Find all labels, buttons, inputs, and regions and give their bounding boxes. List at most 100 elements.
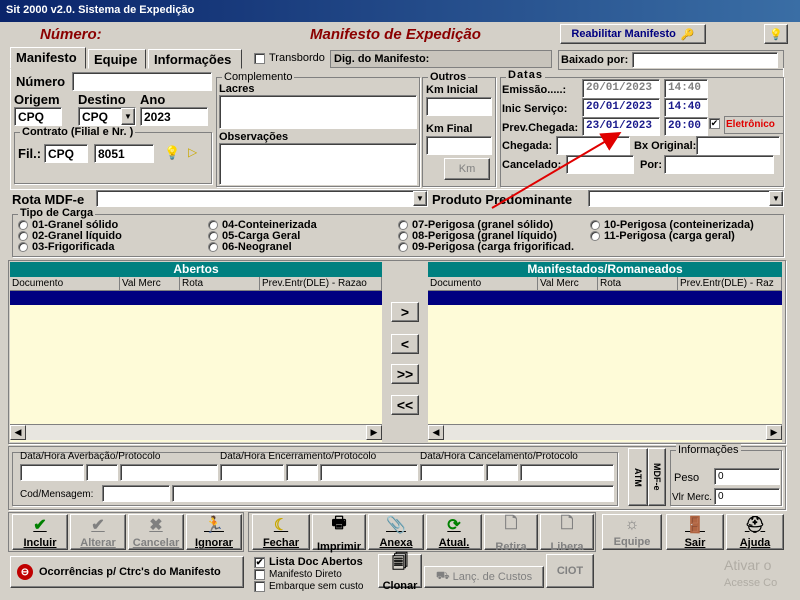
column-header[interactable]: Documento xyxy=(428,277,538,291)
move-all-left-button[interactable]: << xyxy=(391,395,419,415)
tab-informacoes[interactable]: Informações xyxy=(148,49,242,69)
move-left-button[interactable]: < xyxy=(391,334,419,354)
column-header[interactable]: Documento xyxy=(10,277,120,291)
encerramento-date-input[interactable] xyxy=(220,464,284,481)
incluir-button[interactable]: ✔ Incluir xyxy=(12,514,68,550)
scroll-left-icon[interactable]: ◀ xyxy=(10,425,26,440)
origem-input[interactable]: CPQ xyxy=(14,107,62,126)
table-row[interactable] xyxy=(10,291,382,305)
chevron-down-icon[interactable]: ▼ xyxy=(769,191,783,206)
lacres-textarea[interactable] xyxy=(219,95,417,129)
cod-input[interactable] xyxy=(102,485,170,502)
column-header[interactable]: Prev.Entr(DLE) - Raz xyxy=(678,277,782,291)
ano-input[interactable]: 2023 xyxy=(140,107,208,126)
eletronico-checkbox[interactable]: ✔ xyxy=(709,118,720,129)
column-header[interactable]: Prev.Entr(DLE) - Razao xyxy=(260,277,382,291)
inic-servico-date-input[interactable]: 20/01/2023 xyxy=(582,98,660,117)
column-header[interactable]: Val Merc xyxy=(120,277,180,291)
column-header[interactable]: Val Merc xyxy=(538,277,598,291)
radio-perigosa-granel-liquido[interactable]: 08-Perigosa (granel líquido) xyxy=(398,230,590,242)
manifesto-direto-checkbox-row[interactable]: Manifesto Direto xyxy=(254,569,364,580)
radio-carga-geral[interactable]: 05-Carga Geral xyxy=(208,230,398,242)
atualizar-button[interactable]: ⟳ Atual. xyxy=(426,514,482,550)
imprimir-button[interactable]: 🖶 Imprimir xyxy=(312,514,366,553)
km-button[interactable]: Km xyxy=(444,158,490,180)
averbacao-date-input[interactable] xyxy=(20,464,84,481)
radio-perigosa-conteinerizada[interactable]: 10-Perigosa (conteinerizada) xyxy=(590,219,770,231)
manifestados-scrollbar[interactable]: ◀ ▶ xyxy=(428,424,782,440)
move-right-button[interactable]: > xyxy=(391,302,419,322)
alterar-button[interactable]: ✔ Alterar xyxy=(70,514,126,550)
abertos-scrollbar[interactable]: ◀ ▶ xyxy=(10,424,382,440)
bx-original-input[interactable] xyxy=(696,136,780,155)
move-all-right-button[interactable]: >> xyxy=(391,364,419,384)
ciot-button[interactable]: CIOT xyxy=(546,554,594,588)
equipe-button[interactable]: ☼ Equipe xyxy=(602,514,662,550)
observacoes-textarea[interactable] xyxy=(219,143,417,185)
radio-granel-solido[interactable]: 01-Granel sólido xyxy=(18,219,208,231)
radio-perigosa-carga-geral[interactable]: 11-Perigosa (carga geral) xyxy=(590,230,770,242)
lista-doc-abertos-checkbox-row[interactable]: ✔ Lista Doc Abertos xyxy=(254,556,364,568)
scroll-right-icon[interactable]: ▶ xyxy=(366,425,382,440)
cancelado-por-input[interactable] xyxy=(664,155,774,174)
transbordo-checkbox[interactable] xyxy=(254,52,265,64)
prev-chegada-time-input[interactable]: 20:00 xyxy=(664,117,708,136)
averbacao-protocolo-input[interactable] xyxy=(120,464,218,481)
radio-frigorificada[interactable]: 03-Frigorificada xyxy=(18,241,208,253)
ocorrencias-button[interactable]: ⊖ Ocorrências p/ Ctrc's do Manifesto xyxy=(10,556,244,588)
inic-servico-time-input[interactable]: 14:40 xyxy=(664,98,708,117)
cancelamento-time-input[interactable] xyxy=(486,464,518,481)
emissao-time-input[interactable]: 14:40 xyxy=(664,79,708,98)
radio-perigosa-frigorificada[interactable]: 09-Perigosa (carga frigorificad. xyxy=(398,241,590,253)
atm-button[interactable]: ATM xyxy=(628,448,648,506)
ignorar-button[interactable]: 🏃 Ignorar xyxy=(186,514,242,550)
table-row[interactable] xyxy=(428,291,782,305)
anexa-button[interactable]: 📎 Anexa xyxy=(368,514,424,550)
encerramento-time-input[interactable] xyxy=(286,464,318,481)
lanc-custos-button[interactable]: ⛟ Lanç. de Custos xyxy=(424,566,544,588)
embarque-sem-custo-checkbox[interactable] xyxy=(254,581,265,592)
ajuda-button[interactable]: ⛑ Ajuda xyxy=(726,514,784,550)
filial-input[interactable]: CPQ xyxy=(44,144,88,163)
cancelar-button[interactable]: ✖ Cancelar xyxy=(128,514,184,550)
column-header[interactable]: Rota xyxy=(598,277,678,291)
column-header[interactable]: Rota xyxy=(180,277,260,291)
cancelamento-date-input[interactable] xyxy=(420,464,484,481)
radio-perigosa-granel-solido[interactable]: 07-Perigosa (granel sólido) xyxy=(398,219,590,231)
encerramento-protocolo-input[interactable] xyxy=(320,464,418,481)
lightbulb-icon[interactable]: 💡 xyxy=(164,145,180,161)
numero-input[interactable] xyxy=(72,72,212,91)
chevron-down-icon[interactable]: ▼ xyxy=(413,191,427,206)
km-final-input[interactable] xyxy=(426,136,492,155)
manifestados-list-body[interactable] xyxy=(428,305,782,424)
averbacao-time-input[interactable] xyxy=(86,464,118,481)
radio-conteinerizada[interactable]: 04-Conteinerizada xyxy=(208,219,398,231)
tab-equipe[interactable]: Equipe xyxy=(88,49,146,69)
retira-button[interactable]: 🗋 Retira xyxy=(484,514,538,553)
mensagem-input[interactable] xyxy=(172,485,614,502)
destino-select[interactable]: CPQ ▼ xyxy=(78,107,136,126)
cancelamento-protocolo-input[interactable] xyxy=(520,464,614,481)
lookup-icon[interactable]: ▷ xyxy=(188,145,197,159)
mdfe-button[interactable]: MDF-e xyxy=(648,448,666,506)
radio-neogranel[interactable]: 06-Neogranel xyxy=(208,241,398,253)
manifesto-direto-checkbox[interactable] xyxy=(254,569,265,580)
embarque-sem-custo-checkbox-row[interactable]: Embarque sem custo xyxy=(254,581,364,592)
km-inicial-input[interactable] xyxy=(426,97,492,116)
rota-mdfe-select[interactable]: ▼ xyxy=(96,190,428,207)
transbordo-checkbox-row[interactable]: Transbordo xyxy=(254,52,325,64)
hint-button[interactable]: 💡 xyxy=(764,24,788,44)
baixado-por-input[interactable] xyxy=(632,52,779,68)
chevron-down-icon[interactable]: ▼ xyxy=(121,108,135,125)
libera-button[interactable]: 🗋 Libera xyxy=(540,514,594,553)
abertos-list-body[interactable] xyxy=(10,305,382,424)
emissao-date-input[interactable]: 20/01/2023 xyxy=(582,79,660,98)
scroll-right-icon[interactable]: ▶ xyxy=(766,425,782,440)
sair-button[interactable]: 🚪 Sair xyxy=(666,514,724,550)
scroll-left-icon[interactable]: ◀ xyxy=(428,425,444,440)
lista-doc-abertos-checkbox[interactable]: ✔ xyxy=(254,556,265,568)
clonar-button[interactable]: 🗐 Clonar xyxy=(378,554,422,592)
fechar-button[interactable]: ☾ Fechar xyxy=(252,514,310,550)
reabilitar-manifesto-button[interactable]: Reabilitar Manifesto 🔑 xyxy=(560,24,706,44)
radio-granel-liquido[interactable]: 02-Granel líquido xyxy=(18,230,208,242)
